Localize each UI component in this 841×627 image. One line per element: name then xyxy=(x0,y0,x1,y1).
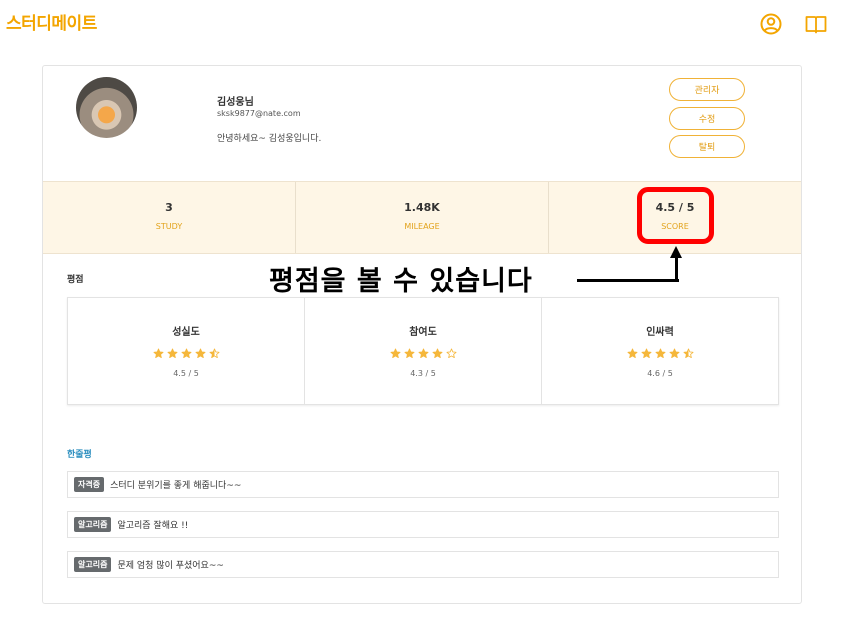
app-logo[interactable]: 스터디메이트 xyxy=(6,9,97,34)
stat-study: 3 STUDY xyxy=(43,182,296,253)
star-full-icon xyxy=(641,348,651,359)
comment-text: 문제 엄청 많이 푸셨어요~~ xyxy=(117,561,224,571)
star-full-icon xyxy=(390,348,400,359)
star-full-icon xyxy=(432,348,442,359)
comment-item: 알고리즘 문제 엄청 많이 푸셨어요~~ xyxy=(67,551,779,578)
comment-tag: 알고리즘 xyxy=(74,517,112,532)
star-rating xyxy=(542,348,778,359)
comment-item: 자격증 스터디 분위기를 좋게 해줍니다~~ xyxy=(67,471,779,498)
profile-card: 김성웅님 sksk9877@nate.com 안녕하세요~ 김성웅입니다. 관리… xyxy=(42,65,802,604)
comment-item: 알고리즘 알고리즘 잘해요 !! xyxy=(67,511,779,538)
star-full-icon xyxy=(167,348,177,359)
star-empty-icon xyxy=(446,348,456,359)
stat-value: 1.48K xyxy=(404,201,440,214)
comment-tag: 자격증 xyxy=(74,477,105,492)
star-full-icon xyxy=(404,348,414,359)
stat-value: 3 xyxy=(165,201,173,214)
rating-name: 참여도 xyxy=(409,327,437,338)
stat-label: STUDY xyxy=(155,222,183,231)
comment-text: 알고리즘 잘해요 !! xyxy=(117,521,189,531)
rating-name: 인싸력 xyxy=(646,327,674,338)
annotation-arrow-line xyxy=(577,279,679,282)
star-full-icon xyxy=(195,348,205,359)
star-full-icon xyxy=(181,348,191,359)
star-rating xyxy=(68,348,304,359)
star-full-icon xyxy=(153,348,163,359)
withdraw-button[interactable]: 탈퇴 xyxy=(669,135,745,158)
score-highlight-box xyxy=(637,187,714,244)
rating-name: 성실도 xyxy=(172,327,200,338)
star-full-icon xyxy=(418,348,428,359)
user-circle-icon[interactable] xyxy=(759,12,783,36)
stat-label: MILEAGE xyxy=(404,222,440,231)
avatar xyxy=(76,77,137,138)
admin-button[interactable]: 관리자 xyxy=(669,78,745,101)
book-icon[interactable] xyxy=(804,12,828,36)
rating-card: 참여도 4.3 / 5 xyxy=(305,298,542,404)
comment-text: 스터디 분위기를 좋게 해줍니다~~ xyxy=(110,481,242,491)
comment-tag: 알고리즘 xyxy=(74,557,112,572)
rating-card: 성실도 4.5 / 5 xyxy=(68,298,305,404)
annotation-text: 평점을 볼 수 있습니다 xyxy=(269,266,533,297)
star-rating xyxy=(305,348,541,359)
edit-button[interactable]: 수정 xyxy=(669,107,745,130)
star-full-icon xyxy=(669,348,679,359)
ratings-panel: 성실도 4.5 / 5 참여도 4.3 / 5 인싸력 4.6 / 5 xyxy=(67,297,779,405)
rating-score: 4.3 / 5 xyxy=(410,369,436,378)
rating-section-title: 평점 xyxy=(67,275,84,285)
rating-score: 4.5 / 5 xyxy=(173,369,199,378)
stat-mileage: 1.48K MILEAGE xyxy=(296,182,549,253)
user-name: 김성웅님 xyxy=(217,97,254,108)
star-full-icon xyxy=(627,348,637,359)
rating-score: 4.6 / 5 xyxy=(647,369,673,378)
user-email: sksk9877@nate.com xyxy=(217,109,301,118)
star-half-icon xyxy=(209,348,219,359)
rating-card: 인싸력 4.6 / 5 xyxy=(542,298,778,404)
star-half-icon xyxy=(683,348,693,359)
user-intro: 안녕하세요~ 김성웅입니다. xyxy=(217,134,322,144)
comment-section-title: 한줄평 xyxy=(67,450,92,460)
star-full-icon xyxy=(655,348,665,359)
